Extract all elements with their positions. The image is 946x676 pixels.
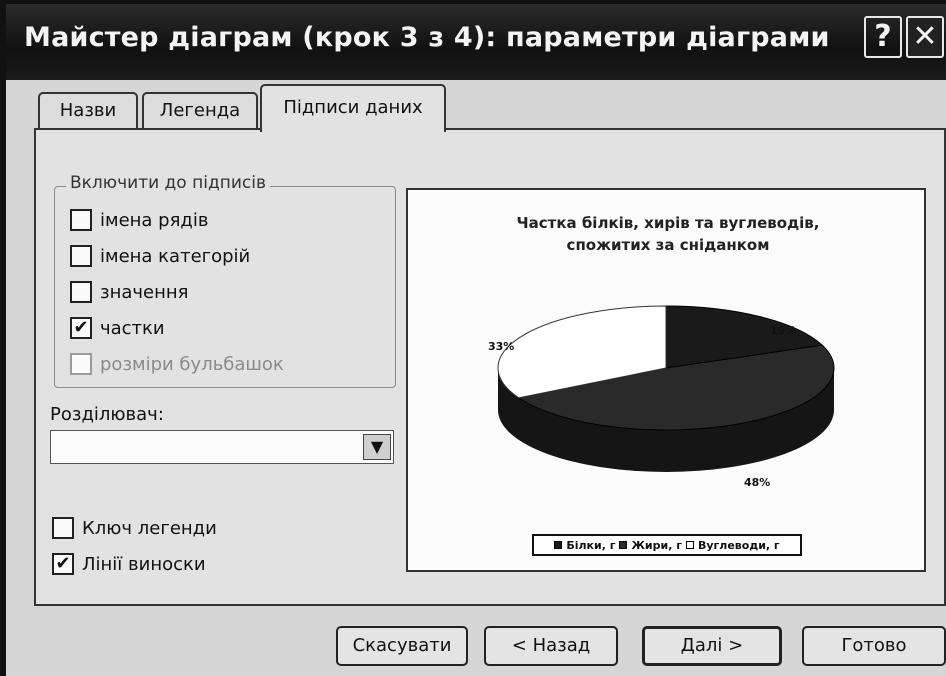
help-button[interactable]: ?: [864, 16, 902, 58]
close-button[interactable]: ✕: [906, 16, 944, 58]
data-labels-panel: Включити до підписів імена рядів імена к…: [34, 128, 946, 606]
option-category-names[interactable]: імена категорій: [70, 242, 250, 270]
slice-label-fats: 48%: [744, 476, 771, 489]
legend-swatch-carbs: [685, 541, 694, 549]
legend-swatch-fats: [619, 541, 628, 549]
chevron-down-icon[interactable]: ▼: [363, 434, 391, 460]
values-checkbox[interactable]: [70, 281, 92, 303]
option-legend-key[interactable]: Ключ легенди: [52, 514, 217, 542]
option-series-names[interactable]: імена рядів: [70, 206, 208, 234]
series-names-checkbox[interactable]: [70, 209, 92, 231]
option-leader-lines[interactable]: ✔ Лінії виноски: [52, 550, 206, 578]
tab-legend[interactable]: Легенда: [142, 92, 258, 128]
include-group-label: Включити до підписів: [66, 173, 270, 193]
finish-button[interactable]: Готово: [802, 626, 946, 666]
option-values[interactable]: значення: [70, 278, 188, 306]
option-percentages[interactable]: ✔ частки: [70, 314, 165, 342]
leader-lines-label: Лінії виноски: [82, 553, 206, 575]
cancel-button[interactable]: Скасувати: [336, 626, 468, 666]
category-names-checkbox[interactable]: [70, 245, 92, 267]
category-names-label: імена категорій: [100, 245, 251, 267]
series-names-label: імена рядів: [100, 209, 209, 231]
values-label: значення: [100, 281, 189, 303]
chart-wizard-dialog: Майстер діаграм (крок 3 з 4): параметри …: [0, 0, 946, 676]
legend-key-label: Ключ легенди: [82, 517, 217, 539]
separator-label: Розділювач:: [50, 404, 164, 425]
title-bar: Майстер діаграм (крок 3 з 4): параметри …: [6, 4, 946, 80]
legend-entry-proteins: Білки, г: [566, 538, 616, 552]
chart-title-line1: Частка білків, хирів та вуглеводів,: [516, 214, 820, 232]
legend-swatch-proteins: [554, 541, 563, 549]
bubble-sizes-checkbox: [70, 353, 92, 375]
tab-data-labels[interactable]: Підписи даних: [260, 84, 446, 132]
chart-preview: Частка білків, хирів та вуглеводів, спож…: [406, 188, 926, 572]
back-button[interactable]: < Назад: [484, 626, 618, 666]
bubble-sizes-label: розміри бульбашок: [100, 353, 284, 375]
leader-lines-checkbox[interactable]: ✔: [52, 553, 74, 575]
chart-legend: Білки, г Жири, г Вуглеводи, г: [532, 534, 802, 556]
next-button[interactable]: Далі >: [642, 626, 782, 666]
tab-titles[interactable]: Назви: [38, 92, 138, 128]
legend-entry-fats: Жири, г: [631, 538, 682, 552]
slice-label-carbs: 33%: [488, 340, 515, 353]
slice-label-proteins: 19%: [770, 324, 797, 337]
percentages-label: частки: [100, 317, 165, 339]
separator-dropdown[interactable]: ▼: [50, 430, 394, 464]
legend-entry-carbs: Вуглеводи, г: [697, 538, 780, 552]
pie-chart: [497, 305, 835, 472]
legend-key-checkbox[interactable]: [52, 517, 74, 539]
option-bubble-sizes: розміри бульбашок: [70, 350, 284, 378]
percentages-checkbox[interactable]: ✔: [70, 317, 92, 339]
window-title: Майстер діаграм (крок 3 з 4): параметри …: [24, 22, 830, 53]
